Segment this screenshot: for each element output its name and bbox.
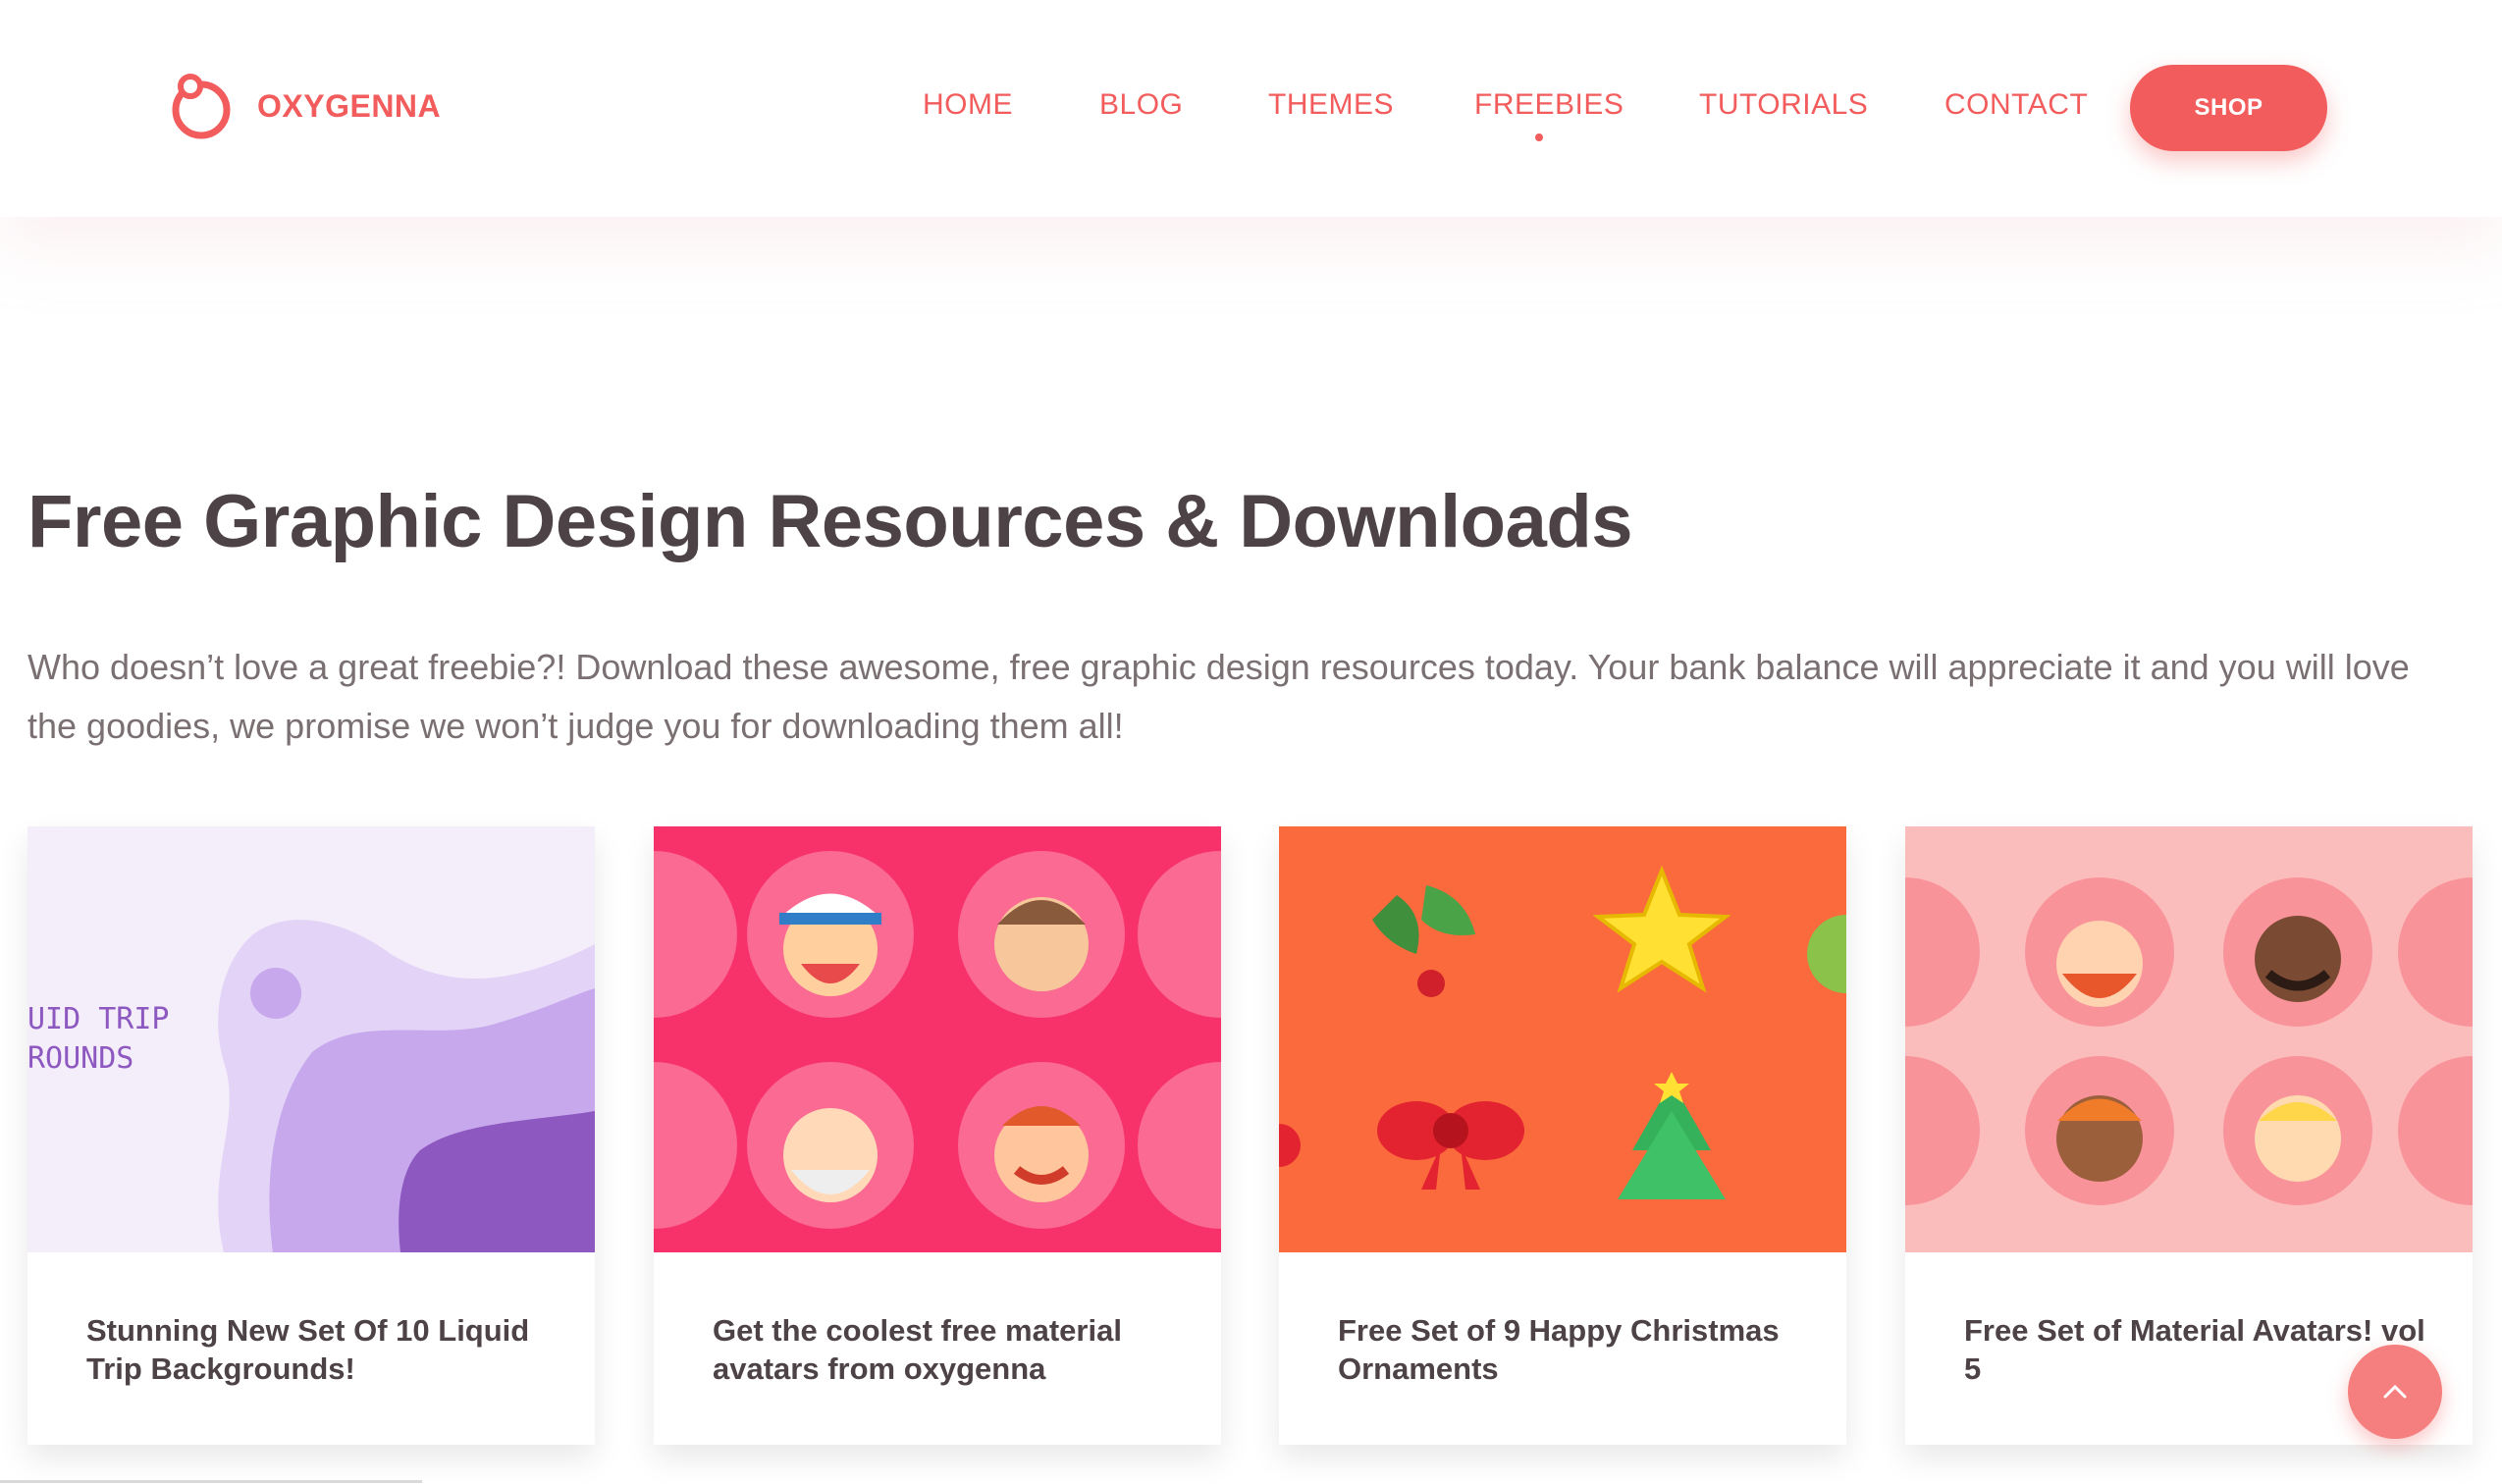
nav-item-freebies[interactable]: FREEBIES xyxy=(1474,88,1624,122)
freebie-card-christmas-ornaments[interactable]: Free Set of 9 Happy Christmas Ornaments xyxy=(1279,826,1846,1445)
nav-item-tutorials[interactable]: TUTORIALS xyxy=(1699,88,1868,122)
card-title[interactable]: Free Set of 9 Happy Christmas Ornaments xyxy=(1338,1311,1799,1388)
brand-name[interactable]: OXYGENNA xyxy=(257,88,441,125)
page-title: Free Graphic Design Resources & Download… xyxy=(27,480,1633,563)
nav-item-themes[interactable]: THEMES xyxy=(1268,88,1394,122)
site-header: OXYGENNA HOME BLOG THEMES FREEBIES TUTOR… xyxy=(0,0,2502,217)
card-image[interactable] xyxy=(1279,826,1846,1252)
nav-item-contact[interactable]: CONTACT xyxy=(1944,88,2088,122)
card-title[interactable]: Get the coolest free material avatars fr… xyxy=(713,1311,1174,1388)
nav-item-blog[interactable]: BLOG xyxy=(1099,88,1183,122)
chevron-up-icon xyxy=(2383,1384,2407,1399)
freebie-card-material-avatars[interactable]: Get the coolest free material avatars fr… xyxy=(654,826,1221,1445)
intro-text: Who doesn’t love a great freebie?! Downl… xyxy=(27,647,2410,746)
card-title[interactable]: Stunning New Set Of 10 Liquid Trip Backg… xyxy=(86,1311,548,1388)
scroll-to-top-button[interactable] xyxy=(2348,1345,2442,1439)
freebie-card-liquid-trip[interactable]: UID TRIP ROUNDS Stunning New Set Of 10 L… xyxy=(27,826,595,1445)
card-image-text-1: UID TRIP xyxy=(27,1002,170,1036)
card-image[interactable] xyxy=(654,826,1221,1252)
oxygenna-logo-icon[interactable] xyxy=(165,71,236,141)
card-image-text-2: ROUNDS xyxy=(27,1041,133,1076)
card-image[interactable] xyxy=(1905,826,2473,1252)
nav-item-home[interactable]: HOME xyxy=(923,88,1013,122)
card-image[interactable]: UID TRIP ROUNDS xyxy=(27,826,595,1252)
active-indicator-dot xyxy=(1535,133,1543,141)
scroll-progress-bar xyxy=(0,1480,422,1483)
shop-button[interactable]: SHOP xyxy=(2130,65,2327,151)
